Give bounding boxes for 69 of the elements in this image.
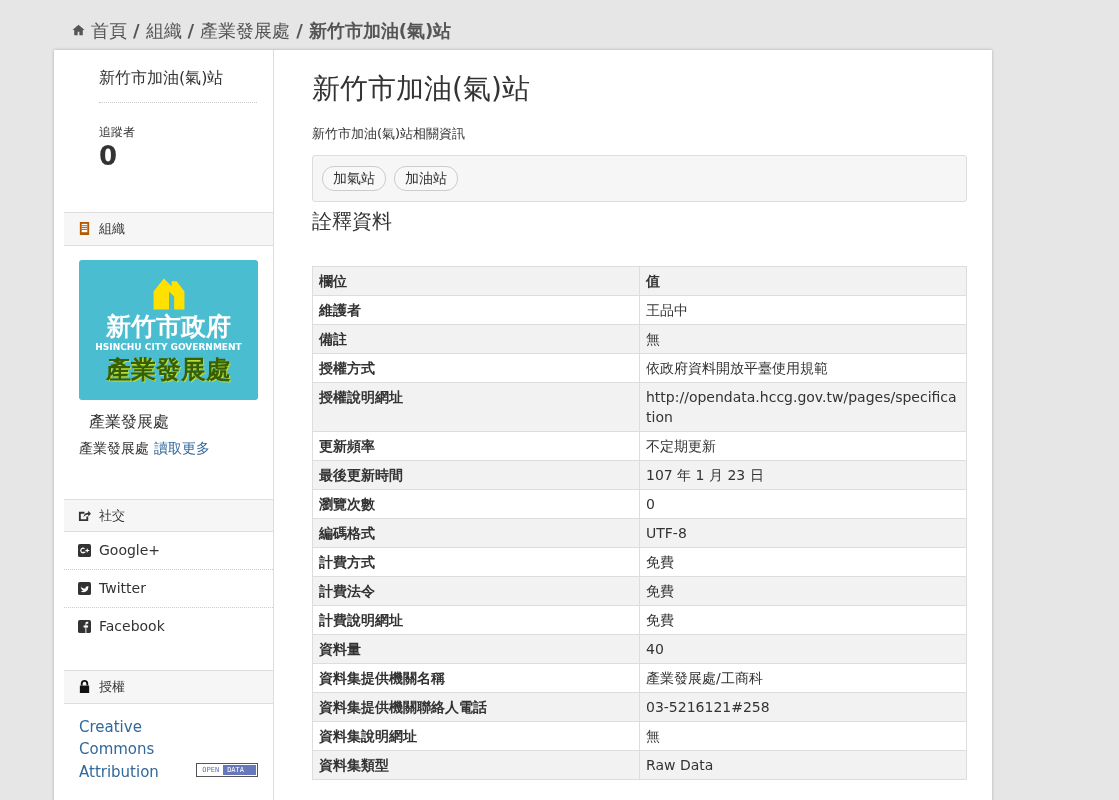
share-icon xyxy=(78,508,91,522)
google-plus-icon xyxy=(78,544,91,558)
separator-slash: / xyxy=(296,18,303,43)
value-cell: UTF-8 xyxy=(639,518,967,548)
section-title: 授權 xyxy=(99,678,125,697)
field-name-cell: 資料量 xyxy=(312,634,640,664)
value-cell: 無 xyxy=(639,721,967,751)
read-more-link[interactable]: 讀取更多 xyxy=(154,437,210,459)
field-name-cell: 計費方式 xyxy=(312,547,640,577)
value-cell: 107 年 1 月 23 日 xyxy=(639,460,967,490)
tag[interactable]: 加油站 xyxy=(394,166,458,192)
license-link[interactable]: Creative Commons Attribution xyxy=(79,715,195,784)
field-name-cell: 更新頻率 xyxy=(312,431,640,461)
field-name-cell: 維護者 xyxy=(312,295,640,325)
dataset-title: 新竹市加油(氣)站 xyxy=(312,72,531,106)
field-name-cell: 計費法令 xyxy=(312,576,640,606)
lock-icon xyxy=(78,680,91,694)
field-name-cell: 資料集說明網址 xyxy=(312,721,640,751)
facebook-icon xyxy=(78,620,91,634)
value-cell: Raw Data xyxy=(639,750,967,780)
sidebar-title: 新竹市加油(氣)站 xyxy=(99,66,257,103)
column-header: 欄位 xyxy=(312,266,640,296)
field-name-cell: 最後更新時間 xyxy=(312,460,640,490)
organization-description: 產業發展處 xyxy=(79,438,149,458)
breadcrumb-link[interactable]: 首頁 xyxy=(91,16,127,44)
value-cell: 03-5216121#258 xyxy=(639,692,967,722)
field-name-cell: 瀏覽次數 xyxy=(312,489,640,519)
separator-slash: / xyxy=(187,18,195,43)
followers-count: 0 xyxy=(99,141,119,173)
social-link[interactable]: Twitter xyxy=(64,570,273,609)
value-cell: 免費 xyxy=(639,576,967,606)
value-cell: 不定期更新 xyxy=(639,431,967,461)
value-cell: 免費 xyxy=(639,547,967,577)
field-name-cell: 資料集類型 xyxy=(312,750,640,780)
value-cell: 免費 xyxy=(639,605,967,635)
value-cell: 40 xyxy=(639,634,967,664)
field-name-cell: 授權方式 xyxy=(312,353,640,383)
social-link[interactable]: Facebook xyxy=(64,608,273,646)
dataset-description: 新竹市加油(氣)站相關資訊 xyxy=(312,124,467,143)
value-cell: 產業發展處/工商科 xyxy=(639,663,967,693)
breadcrumb-link[interactable]: 組織 xyxy=(145,16,182,44)
field-name-cell: 備註 xyxy=(312,324,640,354)
field-name-cell: 資料集提供機關名稱 xyxy=(312,663,640,693)
logo-title: 新竹市政府 xyxy=(106,312,231,341)
field-name-cell: 授權說明網址 xyxy=(312,382,640,432)
field-name-cell: 資料集提供機關聯絡人電話 xyxy=(312,692,640,722)
section-title: 組織 xyxy=(99,220,125,239)
value-cell: 0 xyxy=(639,489,967,519)
value-cell: 無 xyxy=(639,324,967,354)
section-heading: 詮釋資料 xyxy=(312,208,393,236)
building-icon xyxy=(78,222,91,236)
field-name-cell: 計費說明網址 xyxy=(312,605,640,635)
breadcrumb-link[interactable]: 產業發展處 xyxy=(200,16,291,44)
followers-label: 追蹤者 xyxy=(99,124,136,141)
twitter-icon xyxy=(78,582,91,596)
field-name-cell: 編碼格式 xyxy=(312,518,640,548)
value-cell: http://opendata.hccg.gov.tw/pages/specification xyxy=(639,382,967,432)
organization-name: 產業發展處 xyxy=(89,410,170,433)
column-header: 值 xyxy=(639,266,967,296)
social-link[interactable]: Google+ xyxy=(64,532,273,571)
value-cell: 王品中 xyxy=(639,295,967,325)
home-icon xyxy=(72,24,85,36)
value-cell: 依政府資料開放平臺使用規範 xyxy=(639,353,967,383)
separator-slash: / xyxy=(133,18,140,43)
logo-unit: 產業發展處 xyxy=(106,355,231,384)
tag[interactable]: 加氣站 xyxy=(322,166,386,192)
logo-subtitle: HSINCHU CITY GOVERNMENT xyxy=(95,341,242,355)
breadcrumb-current: 新竹市加油(氣)站 xyxy=(308,18,452,43)
section-title: 社交 xyxy=(99,506,125,525)
